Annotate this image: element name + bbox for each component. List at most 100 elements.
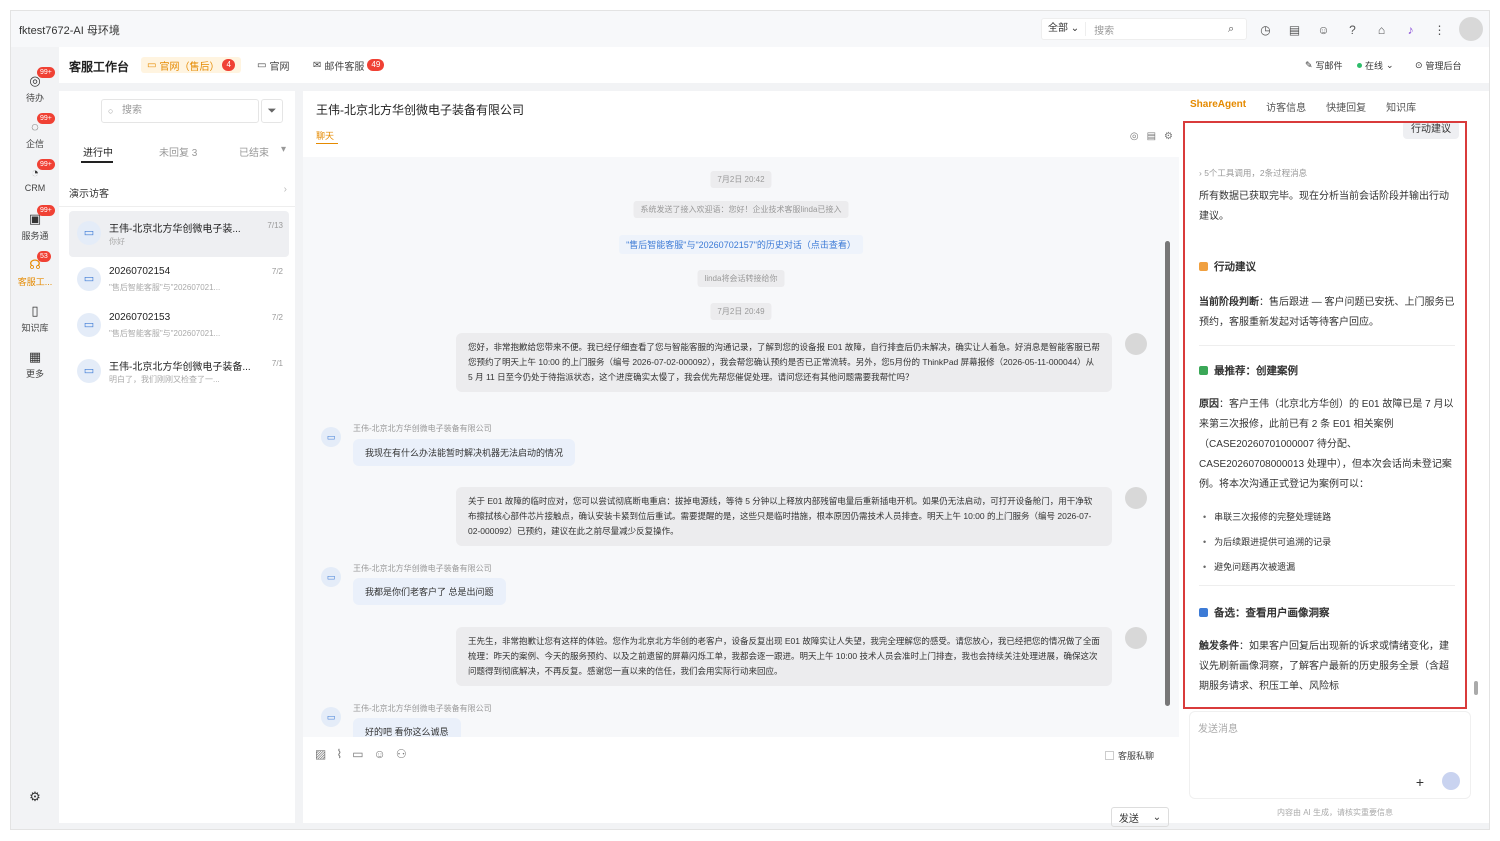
- heading-text: 备选：查看用户画像洞察: [1214, 607, 1330, 619]
- rail-item-service[interactable]: ▣ 99+ 服务通: [11, 205, 59, 242]
- stage-paragraph: 当前阶段判断：售后跟进 — 客户问题已安抚、上门服务已预约，客服重新发起对话等待…: [1199, 293, 1455, 333]
- rail-label: 更多: [25, 369, 44, 379]
- rail-item-crm[interactable]: ◔ 99+ CRM: [11, 159, 59, 193]
- global-search-input[interactable]: 搜索: [1086, 22, 1228, 37]
- tab-official-aftersales[interactable]: ▭ 官网（售后） 4: [141, 57, 241, 73]
- active-tab-underline: [316, 143, 338, 144]
- send-icon[interactable]: [1442, 772, 1460, 790]
- tab-in-progress[interactable]: 进行中: [83, 144, 113, 159]
- status-select[interactable]: 在线 ⌄: [1357, 59, 1394, 72]
- rail-item-todo[interactable]: ◎ 99+ 待办: [11, 67, 59, 104]
- caret-down-icon[interactable]: ▾: [281, 144, 286, 155]
- item-date: 7/2: [271, 313, 283, 322]
- customer-avatar: ▭: [321, 427, 341, 447]
- share-agent-panel: ShareAgent 访客信息 快捷回复 知识库 行动建议 › 5个工具调用，2…: [1179, 91, 1489, 823]
- agent-message-input[interactable]: 发送消息 +: [1189, 711, 1471, 799]
- user-avatar[interactable]: [1459, 17, 1483, 41]
- customer-avatar: ▭: [321, 567, 341, 587]
- tab-ended[interactable]: 已结束: [239, 144, 269, 159]
- filter-icon[interactable]: ⏷: [261, 99, 283, 123]
- tab-shareagent[interactable]: ShareAgent: [1190, 99, 1246, 114]
- trigger-label: 触发条件: [1199, 641, 1239, 652]
- agent-scrollbar[interactable]: [1474, 681, 1478, 695]
- agent-response[interactable]: 行动建议 › 5个工具调用，2条过程消息 所有数据已获取完毕。现在分析当前会话阶…: [1183, 121, 1467, 709]
- bullet-item: 为后续跟进提供可追溯的记录: [1199, 532, 1455, 552]
- item-snippet: "售后智能客服"与"202607021...: [109, 283, 221, 292]
- tab-knowledge[interactable]: 知识库: [1386, 99, 1416, 114]
- document-icon[interactable]: ▤: [1147, 131, 1156, 142]
- target-icon[interactable]: ◎: [1130, 131, 1139, 142]
- monitor-icon: ▭: [77, 359, 101, 383]
- divider: [1199, 585, 1455, 586]
- rail-label: 客服工...: [17, 277, 53, 287]
- list-item[interactable]: ▭ 王伟-北京北方华创微电子装备... 明白了，我们刚刚又检查了一... 7/1: [69, 349, 289, 395]
- bag-icon[interactable]: ⌂: [1372, 20, 1391, 39]
- list-tabs: 进行中 未回复 3 已结束 ▾: [59, 137, 295, 163]
- section-demo-visitors[interactable]: 演示访客 ›: [59, 177, 295, 207]
- chat-scrollbar[interactable]: [1165, 241, 1170, 706]
- message-list[interactable]: 7月2日 20:42 系统发送了接入欢迎语：您好！企业技术客服linda已接入 …: [303, 157, 1179, 737]
- tab-email-service[interactable]: ✉ 邮件客服 49: [307, 57, 390, 73]
- tab-count: 4: [222, 59, 235, 71]
- chevron-down-icon: ⌄: [1386, 60, 1394, 70]
- check-box-icon: [1199, 366, 1208, 375]
- settings-button[interactable]: ⚙: [11, 789, 59, 807]
- write-mail-label: 写邮件: [1315, 61, 1343, 71]
- list-item[interactable]: ▭ 王伟-北京北方华创微电子装... 你好 7/13: [69, 211, 289, 257]
- global-search[interactable]: 全部 ⌄ 搜索 ⌕: [1041, 18, 1247, 40]
- grid-icon: ▦: [28, 349, 42, 364]
- workbench-title: 客服工作台: [69, 60, 130, 74]
- private-chat-toggle[interactable]: 客服私聊: [1105, 749, 1154, 762]
- image-icon[interactable]: ▨: [315, 747, 326, 761]
- list-item[interactable]: ▭ 20260702154 "售后智能客服"与"202607021... 7/2: [69, 257, 289, 303]
- checkbox[interactable]: [1105, 751, 1114, 760]
- reason-text: ：客户王伟（北京北方华创）的 E01 故障已是 7 月以来第三次报修，此前已有 …: [1199, 399, 1454, 490]
- gear-icon[interactable]: ⚙: [1164, 131, 1173, 142]
- agent-message: 王先生，非常抱歉让您有这样的体验。您作为北京北方华创的老客户，设备反复出现 E0…: [456, 627, 1112, 686]
- write-mail-button[interactable]: ✎ 写邮件: [1305, 59, 1343, 72]
- rail-item-customer-service[interactable]: ☊ 53 客服工...: [11, 251, 59, 288]
- rail-item-more[interactable]: ▦ 更多: [11, 349, 59, 380]
- search-scope-select[interactable]: 全部 ⌄: [1042, 22, 1087, 36]
- plus-icon[interactable]: +: [1416, 774, 1424, 790]
- file-icon[interactable]: ▭: [352, 747, 363, 761]
- rail-item-messages[interactable]: ◌ 99+ 企信: [11, 113, 59, 150]
- rail-badge: 99+: [37, 67, 55, 78]
- chevron-down-icon[interactable]: ⌄: [1153, 812, 1161, 823]
- admin-button[interactable]: ⊙ 管理后台: [1415, 59, 1462, 72]
- attachment-icon[interactable]: ⌇: [336, 747, 342, 761]
- list-search-input[interactable]: 搜索: [101, 99, 259, 123]
- contacts-icon[interactable]: ☺: [1314, 20, 1333, 39]
- search-icon[interactable]: ⌕: [1228, 23, 1246, 36]
- history-icon[interactable]: ◷: [1256, 20, 1275, 39]
- input-placeholder: 发送消息: [1198, 724, 1238, 735]
- tab-chat[interactable]: 聊天: [316, 129, 334, 142]
- item-name: 20260702154: [109, 266, 171, 277]
- rail-label: 待办: [25, 93, 44, 103]
- monitor-icon: ▭: [257, 59, 267, 71]
- inbox-icon[interactable]: ▤: [1285, 20, 1304, 39]
- send-button[interactable]: 发送 ⌄: [1111, 807, 1169, 827]
- tab-quick-reply[interactable]: 快捷回复: [1326, 99, 1366, 114]
- item-date: 7/1: [271, 359, 283, 368]
- tab-visitor-info[interactable]: 访客信息: [1266, 99, 1306, 114]
- rail-label: CRM: [24, 183, 46, 193]
- bullet-item: 避免问题再次被遗漏: [1199, 557, 1455, 577]
- active-tab-underline: [81, 161, 113, 163]
- tab-unreplied[interactable]: 未回复 3: [159, 144, 197, 159]
- history-link[interactable]: "售后智能客服"与"20260702157"的历史对话（点击查看）: [619, 235, 863, 254]
- tool-calls-summary[interactable]: › 5个工具调用，2条过程消息: [1199, 163, 1455, 183]
- system-message: linda将会话转接给你: [697, 270, 785, 287]
- section-label: 演示访客: [69, 189, 109, 200]
- more-vertical-icon[interactable]: ⋮: [1430, 20, 1449, 39]
- transfer-user-icon[interactable]: ⚇: [396, 747, 407, 761]
- section-heading: 行动建议: [1199, 257, 1455, 277]
- emoji-icon[interactable]: ☺: [374, 747, 386, 761]
- intro-text: 所有数据已获取完毕。现在分析当前会话阶段并输出行动建议。: [1199, 191, 1449, 222]
- microphone-icon[interactable]: ♪: [1401, 20, 1420, 39]
- rail-item-knowledge[interactable]: ▯ 知识库: [11, 303, 59, 334]
- help-icon[interactable]: ?: [1343, 20, 1362, 39]
- send-label: 发送: [1118, 813, 1139, 825]
- tab-official[interactable]: ▭ 官网: [251, 57, 295, 73]
- list-item[interactable]: ▭ 20260702153 "售后智能客服"与"202607021... 7/2: [69, 303, 289, 349]
